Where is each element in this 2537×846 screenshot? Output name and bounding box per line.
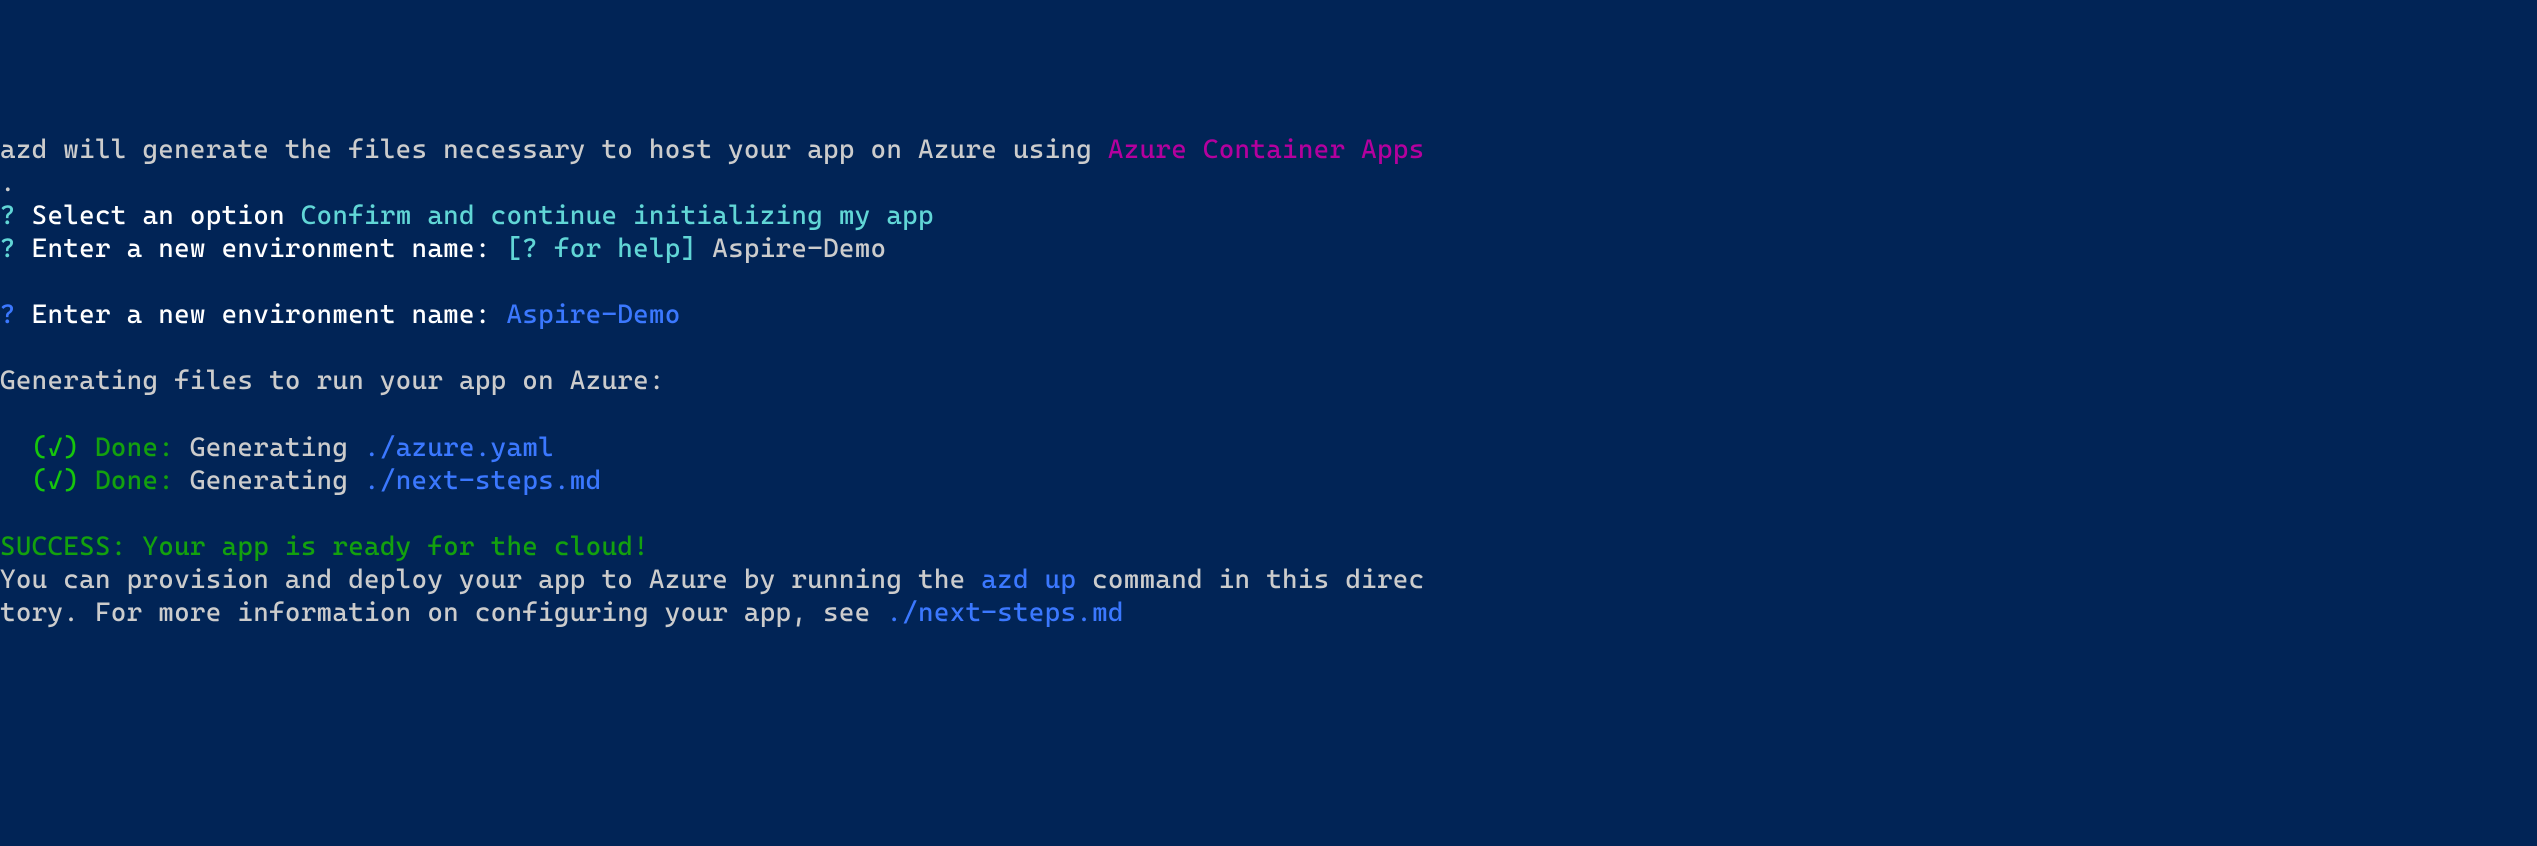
env-name-prompt: Enter a new environment name: xyxy=(16,233,507,264)
azure-container-apps-link[interactable]: Azure Container Apps xyxy=(1108,134,1425,165)
next-steps-link: ./next-steps.md xyxy=(886,597,1123,628)
prompt-marker: ? xyxy=(0,233,16,264)
prompt-marker: ? xyxy=(0,200,16,231)
terminal-output: azd will generate the files necessary to… xyxy=(0,133,2537,630)
select-option-answer: Confirm and continue initializing my app xyxy=(301,200,934,231)
intro-text: azd will generate the files necessary to… xyxy=(0,134,1108,165)
prompt-marker: ? xyxy=(0,299,16,330)
done-action: Generating xyxy=(174,465,364,496)
dot: . xyxy=(0,167,16,198)
generated-file: ./azure.yaml xyxy=(364,432,554,463)
footer-text: command in this direc xyxy=(1076,564,1424,595)
done-action: Generating xyxy=(174,432,364,463)
select-option-prompt: Select an option xyxy=(16,200,301,231)
env-name-input[interactable]: Aspire-Demo xyxy=(712,233,886,264)
done-indent xyxy=(0,465,32,496)
generated-file: ./next-steps.md xyxy=(364,465,601,496)
done-label: Done: xyxy=(95,432,174,463)
footer-text: tory. For more information on configurin… xyxy=(0,597,886,628)
success-message: SUCCESS: Your app is ready for the cloud… xyxy=(0,531,649,562)
check-icon: (✓) xyxy=(32,432,95,463)
command-hint: azd up xyxy=(981,564,1076,595)
footer-text: You can provision and deploy your app to… xyxy=(0,564,981,595)
env-name-prompt-confirmed: Enter a new environment name: xyxy=(16,299,507,330)
check-icon: (✓) xyxy=(32,465,95,496)
done-label: Done: xyxy=(95,465,174,496)
generating-header: Generating files to run your app on Azur… xyxy=(0,365,665,396)
help-hint: [? for help] xyxy=(506,233,712,264)
env-name-value: Aspire-Demo xyxy=(506,299,680,330)
done-indent xyxy=(0,432,32,463)
